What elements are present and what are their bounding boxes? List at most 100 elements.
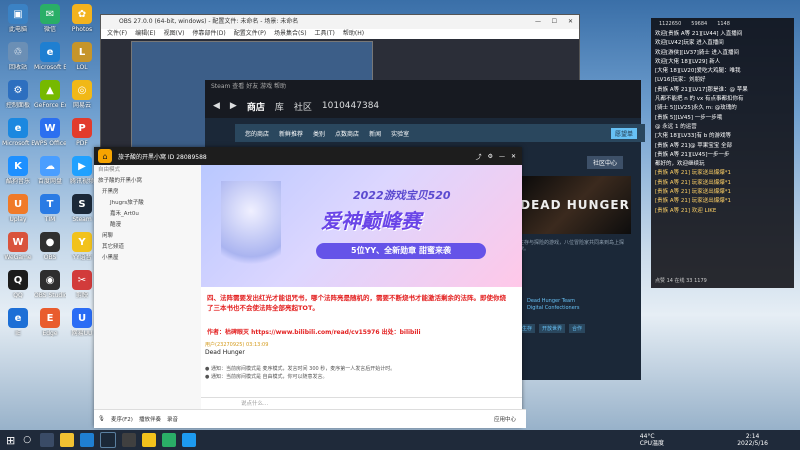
obs-menu-item[interactable]: 文件(F) (107, 30, 127, 37)
chat-input[interactable]: 说点什么... (201, 397, 522, 409)
edge-taskbar-icon[interactable] (80, 433, 95, 447)
steam-taskbar-icon[interactable] (100, 432, 117, 448)
steam-developer-1[interactable]: Digital Confectioners (527, 305, 579, 312)
desktop-icon[interactable]: e Microsoft Edge (2, 118, 34, 147)
steam-developer-0[interactable]: Dead Hunger Team (527, 298, 579, 305)
settings-icon[interactable]: ⚙ (488, 153, 493, 160)
steam-sub-5[interactable]: 实验室 (391, 129, 409, 138)
steam-sub-3[interactable]: 点数商店 (335, 129, 359, 138)
desktop-icon-label: Photos (71, 26, 93, 33)
steam-sub-1[interactable]: 新鲜推荐 (279, 129, 303, 138)
desktop-icon[interactable]: ● OBS (34, 232, 66, 261)
desktop-icon[interactable]: ♲ 回收站 (2, 42, 34, 71)
desktop-icon[interactable]: ⚙ 控制面板 (2, 80, 34, 109)
desktop-icon[interactable]: ▲ GeForce Experience (34, 80, 66, 109)
steam-sub-4[interactable]: 新闻 (369, 129, 381, 138)
channel-list-item[interactable]: 嘉禾_Art0u (94, 209, 201, 220)
desktop-icon[interactable]: ☁ 百度网盘 (34, 156, 66, 185)
desktop-icon[interactable]: W WPS Office (34, 118, 66, 147)
desktop-icon[interactable]: e IE (2, 308, 34, 337)
obs-title-bar[interactable]: OBS 27.0.0 (64-bit, windows) - 配置文件: 未命名… (101, 15, 579, 29)
desktop-icon[interactable]: L LOL (66, 42, 98, 71)
steam-nav-profile[interactable]: 1010447384 (322, 101, 379, 111)
channel-list-item[interactable]: 小黑屋 (94, 253, 201, 264)
desktop-icon-label: 微信 (43, 26, 56, 33)
obs-menu-item[interactable]: 场景集合(S) (274, 30, 307, 37)
minimize-icon[interactable]: — (535, 15, 541, 29)
yy-header[interactable]: ⌂ 旅子酸的开黑小窝 ID 28089588 ⤴ ⚙ — ✕ (94, 147, 522, 165)
desktop-icon[interactable]: P PDF (66, 118, 98, 147)
channel-list-item[interactable]: 开黑房 (94, 187, 201, 198)
channel-list-item[interactable]: 其它频道 (94, 242, 201, 253)
minimize-icon[interactable]: — (499, 153, 505, 160)
task-view-icon[interactable] (40, 433, 55, 447)
channel-list-item[interactable]: 旅子酸的开黑小窝 (94, 176, 201, 187)
chat-line: 欢迎[游侠][LV37]骑士 进入直播间 (655, 49, 740, 56)
steam-sub-2[interactable]: 类别 (313, 129, 325, 138)
start-icon[interactable]: ⊞ (6, 434, 15, 447)
desktop-icon-label: 控制面板 (5, 102, 30, 109)
steam-back-icon[interactable]: ◀ (213, 101, 220, 111)
music-button[interactable]: 播放伴奏 (139, 415, 161, 423)
desktop-icon[interactable]: ✿ Photos (66, 4, 98, 33)
app-center-button[interactable]: 应用中心 (494, 415, 516, 423)
channel-list-item[interactable]: 闲聊 (94, 231, 201, 242)
promo-banner[interactable]: 2022游戏宝贝520 爱神巅峰赛 5位YY、全新勋章 甜蜜来袭 (201, 165, 522, 287)
system-clock[interactable]: 2:14 2022/5/16 (737, 433, 768, 447)
desktop-icon[interactable]: E Edge (34, 308, 66, 337)
steam-tag-2[interactable]: 合作 (569, 324, 586, 333)
steam-sub-0[interactable]: 您的商店 (245, 129, 269, 138)
desktop-icon[interactable]: ✉ 微信 (34, 4, 66, 33)
desktop-icon[interactable]: e Microsoft Edge (34, 42, 66, 71)
desktop-icon[interactable]: K 酷狗音乐 (2, 156, 34, 185)
close-icon[interactable]: ✕ (511, 153, 516, 160)
steam-nav-community[interactable]: 社区 (294, 100, 312, 113)
msg-user: 用户(23270925) 03:13:09 (205, 342, 269, 348)
desktop-icon[interactable]: T TIM (34, 194, 66, 223)
steam-game-banner[interactable]: DEAD HUNGER (519, 176, 631, 234)
mic-queue-button[interactable]: 麦序(F2) (111, 415, 133, 423)
desktop-icon[interactable]: U Uplay (2, 194, 34, 223)
yy-window[interactable]: ⌂ 旅子酸的开黑小窝 ID 28089588 ⤴ ⚙ — ✕ 自由模式 旅子酸的… (94, 147, 526, 428)
qq-taskbar-icon[interactable] (182, 433, 197, 447)
share-icon[interactable]: ⤴ (476, 152, 482, 161)
obs-taskbar-icon[interactable] (122, 433, 137, 447)
obs-menu-item[interactable]: 工具(T) (315, 30, 335, 37)
steam-top-bar[interactable]: Steam 查看 好友 游戏 帮助 (205, 80, 641, 94)
yy-taskbar-icon[interactable] (142, 433, 157, 447)
steam-developer[interactable]: Dead Hunger Team Digital Confectioners (527, 298, 579, 312)
steam-forward-icon[interactable]: ▶ (230, 101, 237, 111)
obs-menu-item[interactable]: 编辑(E) (135, 30, 155, 37)
channel-list-item[interactable]: 酷漫 (94, 220, 201, 231)
app-icon: ✉ (40, 4, 60, 24)
desktop-icon-label: Microsoft Edge (2, 140, 34, 147)
obs-menu-item[interactable]: 帮助(H) (343, 30, 364, 37)
desktop-icon[interactable]: ◉ OBS Studio (34, 270, 66, 299)
channel-list-item[interactable]: Jhugrs旅子酸 (94, 198, 201, 209)
steam-community-hub-button[interactable]: 社区中心 (587, 156, 624, 169)
record-button[interactable]: 录音 (167, 415, 178, 423)
obs-menu-item[interactable]: 配置文件(P) (234, 30, 266, 37)
chat-line: [大佬 18][LV33]有 b 的游戏等 (655, 133, 732, 140)
mic-icon[interactable]: 🎙 (98, 416, 105, 422)
explorer-taskbar-icon[interactable] (60, 433, 75, 447)
chat-overlay-footer: 点赞 14 在线 33 1179 (655, 277, 707, 284)
desktop-icon[interactable]: Q QQ (2, 270, 34, 299)
obs-menu-item[interactable]: 停靠部件(D) (192, 30, 225, 37)
yy-mode[interactable]: 自由模式 (94, 165, 201, 176)
steam-tag-1[interactable]: 开放世界 (539, 324, 566, 333)
obs-menu-item[interactable]: 视图(V) (164, 30, 185, 37)
desktop-icon[interactable]: W WeGame (2, 232, 34, 261)
desktop-icon[interactable]: ▣ 此电脑 (2, 4, 34, 33)
wechat-taskbar-icon[interactable] (162, 433, 177, 447)
desktop-icon-label: WeGame (4, 254, 32, 261)
close-icon[interactable]: ✕ (568, 15, 573, 29)
app-icon: E (40, 308, 60, 328)
steam-nav-store[interactable]: 商店 (247, 100, 265, 113)
desktop-icon[interactable]: ◎ 网易云 (66, 80, 98, 109)
steam-wishlist[interactable]: 愿望单 (610, 127, 637, 139)
search-icon[interactable]: ○ (23, 435, 31, 445)
steam-nav-library[interactable]: 库 (275, 100, 284, 113)
home-icon[interactable]: ⌂ (98, 149, 112, 163)
maximize-icon[interactable]: ☐ (552, 15, 557, 29)
